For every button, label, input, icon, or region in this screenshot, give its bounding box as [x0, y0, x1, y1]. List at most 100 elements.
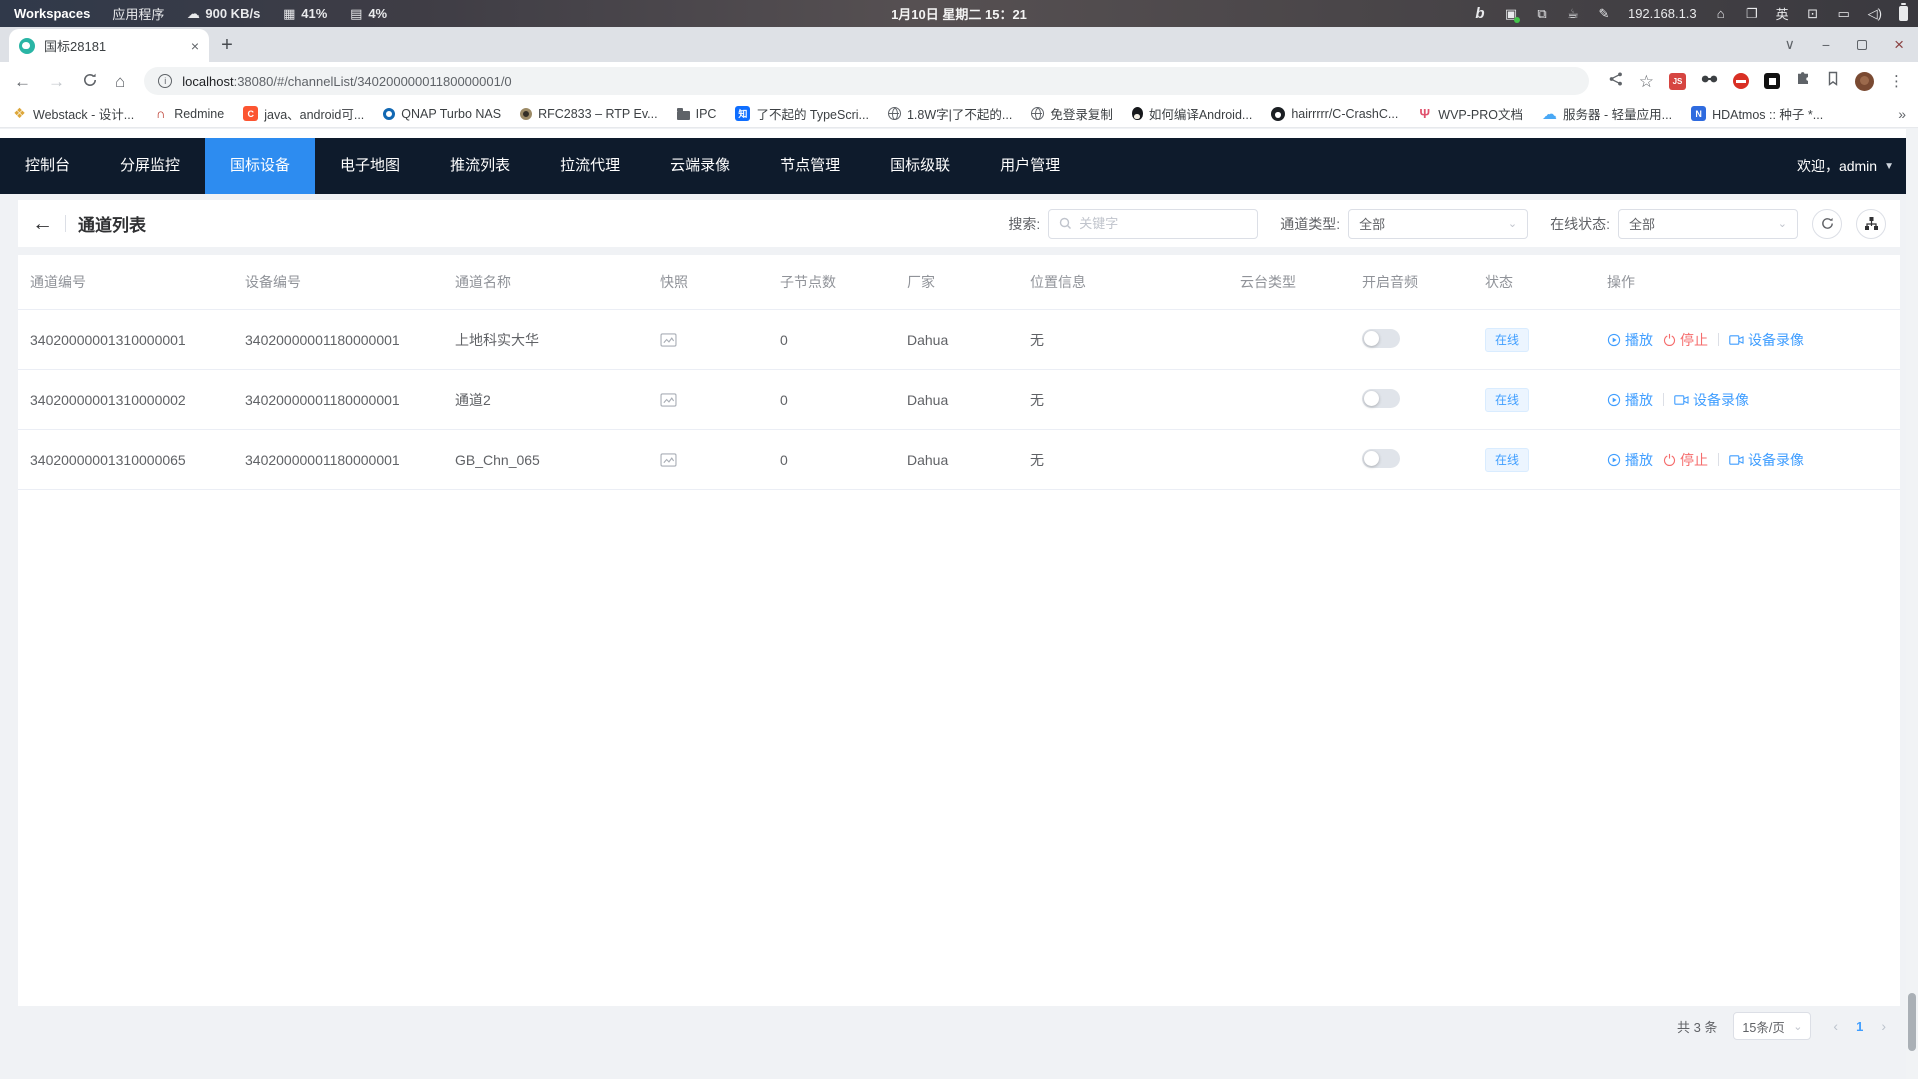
- cloud-download-icon: ☁: [186, 6, 200, 22]
- scrollbar-track[interactable]: [1906, 129, 1918, 1079]
- forward-button[interactable]: →: [48, 73, 65, 90]
- bookmark-webstack[interactable]: ❖Webstack - 设计...: [12, 104, 134, 123]
- prev-page-button[interactable]: ‹: [1833, 1018, 1838, 1034]
- bookmark-rfc2833[interactable]: RFC2833 – RTP Ev...: [520, 107, 658, 121]
- tab-close-icon[interactable]: ×: [191, 38, 199, 54]
- nav-item-map[interactable]: 电子地图: [315, 138, 425, 194]
- device-record-button[interactable]: 设备录像: [1729, 450, 1804, 470]
- device-record-button[interactable]: 设备录像: [1674, 390, 1749, 410]
- bookmark-typescript[interactable]: 1.8W字|了不起的...: [888, 104, 1012, 123]
- kde-connect-icon[interactable]: ⊡: [1806, 6, 1820, 22]
- extension-dark-icon[interactable]: [1764, 73, 1780, 89]
- device-tree-button[interactable]: [1856, 209, 1886, 239]
- bing-tray-icon[interactable]: b: [1473, 5, 1487, 22]
- refresh-button[interactable]: [1812, 209, 1842, 239]
- current-page[interactable]: 1: [1856, 1019, 1863, 1034]
- window-close-button[interactable]: ×: [1894, 35, 1904, 55]
- nav-item-cascade[interactable]: 国标级联: [865, 138, 975, 194]
- stop-button[interactable]: 停止: [1663, 450, 1708, 470]
- audio-toggle[interactable]: [1362, 389, 1400, 408]
- nav-item-cloud-record[interactable]: 云端录像: [645, 138, 755, 194]
- screenshot-tray-icon[interactable]: ▣: [1504, 6, 1518, 22]
- share-icon[interactable]: [1608, 71, 1624, 92]
- bookmark-redmine[interactable]: ∩Redmine: [153, 106, 224, 121]
- clipboard-tray-icon[interactable]: ⧉: [1535, 6, 1549, 22]
- cell-location: 无: [1018, 390, 1228, 410]
- audio-toggle[interactable]: [1362, 329, 1400, 348]
- clock[interactable]: 1月10日 星期二 15：21: [891, 4, 1027, 23]
- bookmark-android[interactable]: 如何编译Android...: [1132, 104, 1253, 123]
- bookmark-folder-ipc[interactable]: IPC: [677, 107, 717, 121]
- user-menu[interactable]: 欢迎，admin▼: [1797, 156, 1918, 176]
- bookmark-hdatmos[interactable]: NHDAtmos :: 种子 *...: [1691, 104, 1823, 123]
- network-speed-indicator[interactable]: ☁900 KB/s: [186, 6, 260, 22]
- home-button[interactable]: ⌂: [115, 73, 125, 90]
- bookmarks-overflow-icon[interactable]: »: [1898, 106, 1906, 122]
- snapshot-thumbnail[interactable]: [660, 333, 768, 347]
- device-record-button[interactable]: 设备录像: [1729, 330, 1804, 350]
- back-arrow-button[interactable]: ←: [32, 213, 53, 234]
- nav-item-pull-proxy[interactable]: 拉流代理: [535, 138, 645, 194]
- window-minimize-button[interactable]: −: [1822, 37, 1830, 53]
- bookmark-server[interactable]: ☁服务器 - 轻量应用...: [1542, 104, 1672, 123]
- windows-tray-icon[interactable]: ❐: [1745, 6, 1759, 22]
- nav-item-split-monitor[interactable]: 分屏监控: [95, 138, 205, 194]
- browser-tab[interactable]: 国标28181 ×: [9, 29, 209, 62]
- snapshot-thumbnail[interactable]: [660, 393, 768, 407]
- back-button[interactable]: ←: [14, 73, 31, 90]
- play-button[interactable]: 播放: [1607, 390, 1653, 410]
- extension-goggles-icon[interactable]: [1701, 72, 1718, 90]
- browser-menu-icon[interactable]: ⋮: [1889, 72, 1904, 90]
- stop-button[interactable]: 停止: [1663, 330, 1708, 350]
- nav-item-gb-devices[interactable]: 国标设备: [205, 138, 315, 194]
- audio-toggle[interactable]: [1362, 449, 1400, 468]
- new-tab-button[interactable]: +: [213, 31, 241, 59]
- bookmark-wvp[interactable]: ΨWVP-PRO文档: [1417, 104, 1523, 123]
- reload-button[interactable]: [82, 72, 98, 91]
- bookmark-star-icon[interactable]: ☆: [1639, 73, 1654, 90]
- battery-icon[interactable]: [1899, 6, 1908, 21]
- page-size-select[interactable]: 15条/页⌄: [1733, 1012, 1811, 1040]
- search-input[interactable]: [1079, 216, 1247, 231]
- input-method-indicator[interactable]: 英: [1776, 4, 1789, 23]
- applications-menu[interactable]: 应用程序: [112, 4, 164, 23]
- profile-avatar[interactable]: [1855, 72, 1874, 91]
- site-info-icon[interactable]: i: [158, 74, 172, 88]
- nav-item-nodes[interactable]: 节点管理: [755, 138, 865, 194]
- bookmark-csdn[interactable]: Cjava、android可...: [243, 104, 364, 123]
- play-button[interactable]: 播放: [1607, 330, 1653, 350]
- bookmark-flag-icon[interactable]: [1826, 71, 1840, 91]
- chevron-down-icon: ⌄: [1778, 217, 1787, 230]
- bookmark-zhihu[interactable]: 知了不起的 TypeScri...: [735, 104, 869, 123]
- channel-type-select[interactable]: 全部⌄: [1348, 209, 1528, 239]
- online-status-select[interactable]: 全部⌄: [1618, 209, 1798, 239]
- nav-item-console[interactable]: 控制台: [0, 138, 95, 194]
- next-page-button[interactable]: ›: [1881, 1018, 1886, 1034]
- extension-js-icon[interactable]: JS: [1669, 73, 1686, 90]
- cpu-usage-indicator[interactable]: ▦41%: [282, 6, 327, 22]
- cell-device-id: 34020000001180000001: [233, 332, 443, 348]
- caffeine-tray-icon[interactable]: ☕: [1566, 6, 1580, 22]
- home-tray-icon[interactable]: ⌂: [1714, 6, 1728, 21]
- nav-item-users[interactable]: 用户管理: [975, 138, 1085, 194]
- ip-address-indicator[interactable]: 192.168.1.3: [1628, 6, 1697, 21]
- extensions-puzzle-icon[interactable]: [1795, 71, 1811, 92]
- bookmark-github[interactable]: hairrrrr/C-CrashC...: [1271, 107, 1398, 121]
- browser-toolbar: ← → ⌂ i localhost:38080/#/channelList/34…: [0, 62, 1918, 100]
- play-button[interactable]: 播放: [1607, 450, 1653, 470]
- scrollbar-thumb[interactable]: [1908, 993, 1916, 1051]
- extension-adblock-icon[interactable]: [1733, 73, 1749, 89]
- display-icon[interactable]: ▭: [1837, 6, 1851, 22]
- nav-item-push-streams[interactable]: 推流列表: [425, 138, 535, 194]
- workspaces-button[interactable]: Workspaces: [14, 6, 90, 21]
- snapshot-thumbnail[interactable]: [660, 453, 768, 467]
- volume-icon[interactable]: ◁): [1868, 6, 1882, 22]
- memory-usage-indicator[interactable]: ▤4%: [349, 6, 387, 22]
- bookmark-copy[interactable]: 免登录复制: [1031, 104, 1113, 123]
- bookmark-qnap[interactable]: QNAP Turbo NAS: [383, 107, 501, 121]
- tab-search-icon[interactable]: ∨: [1785, 36, 1795, 53]
- window-maximize-button[interactable]: [1857, 40, 1867, 50]
- status-badge: 在线: [1485, 448, 1529, 472]
- address-bar[interactable]: i localhost:38080/#/channelList/34020000…: [144, 67, 1588, 95]
- color-picker-tray-icon[interactable]: ✎: [1597, 6, 1611, 22]
